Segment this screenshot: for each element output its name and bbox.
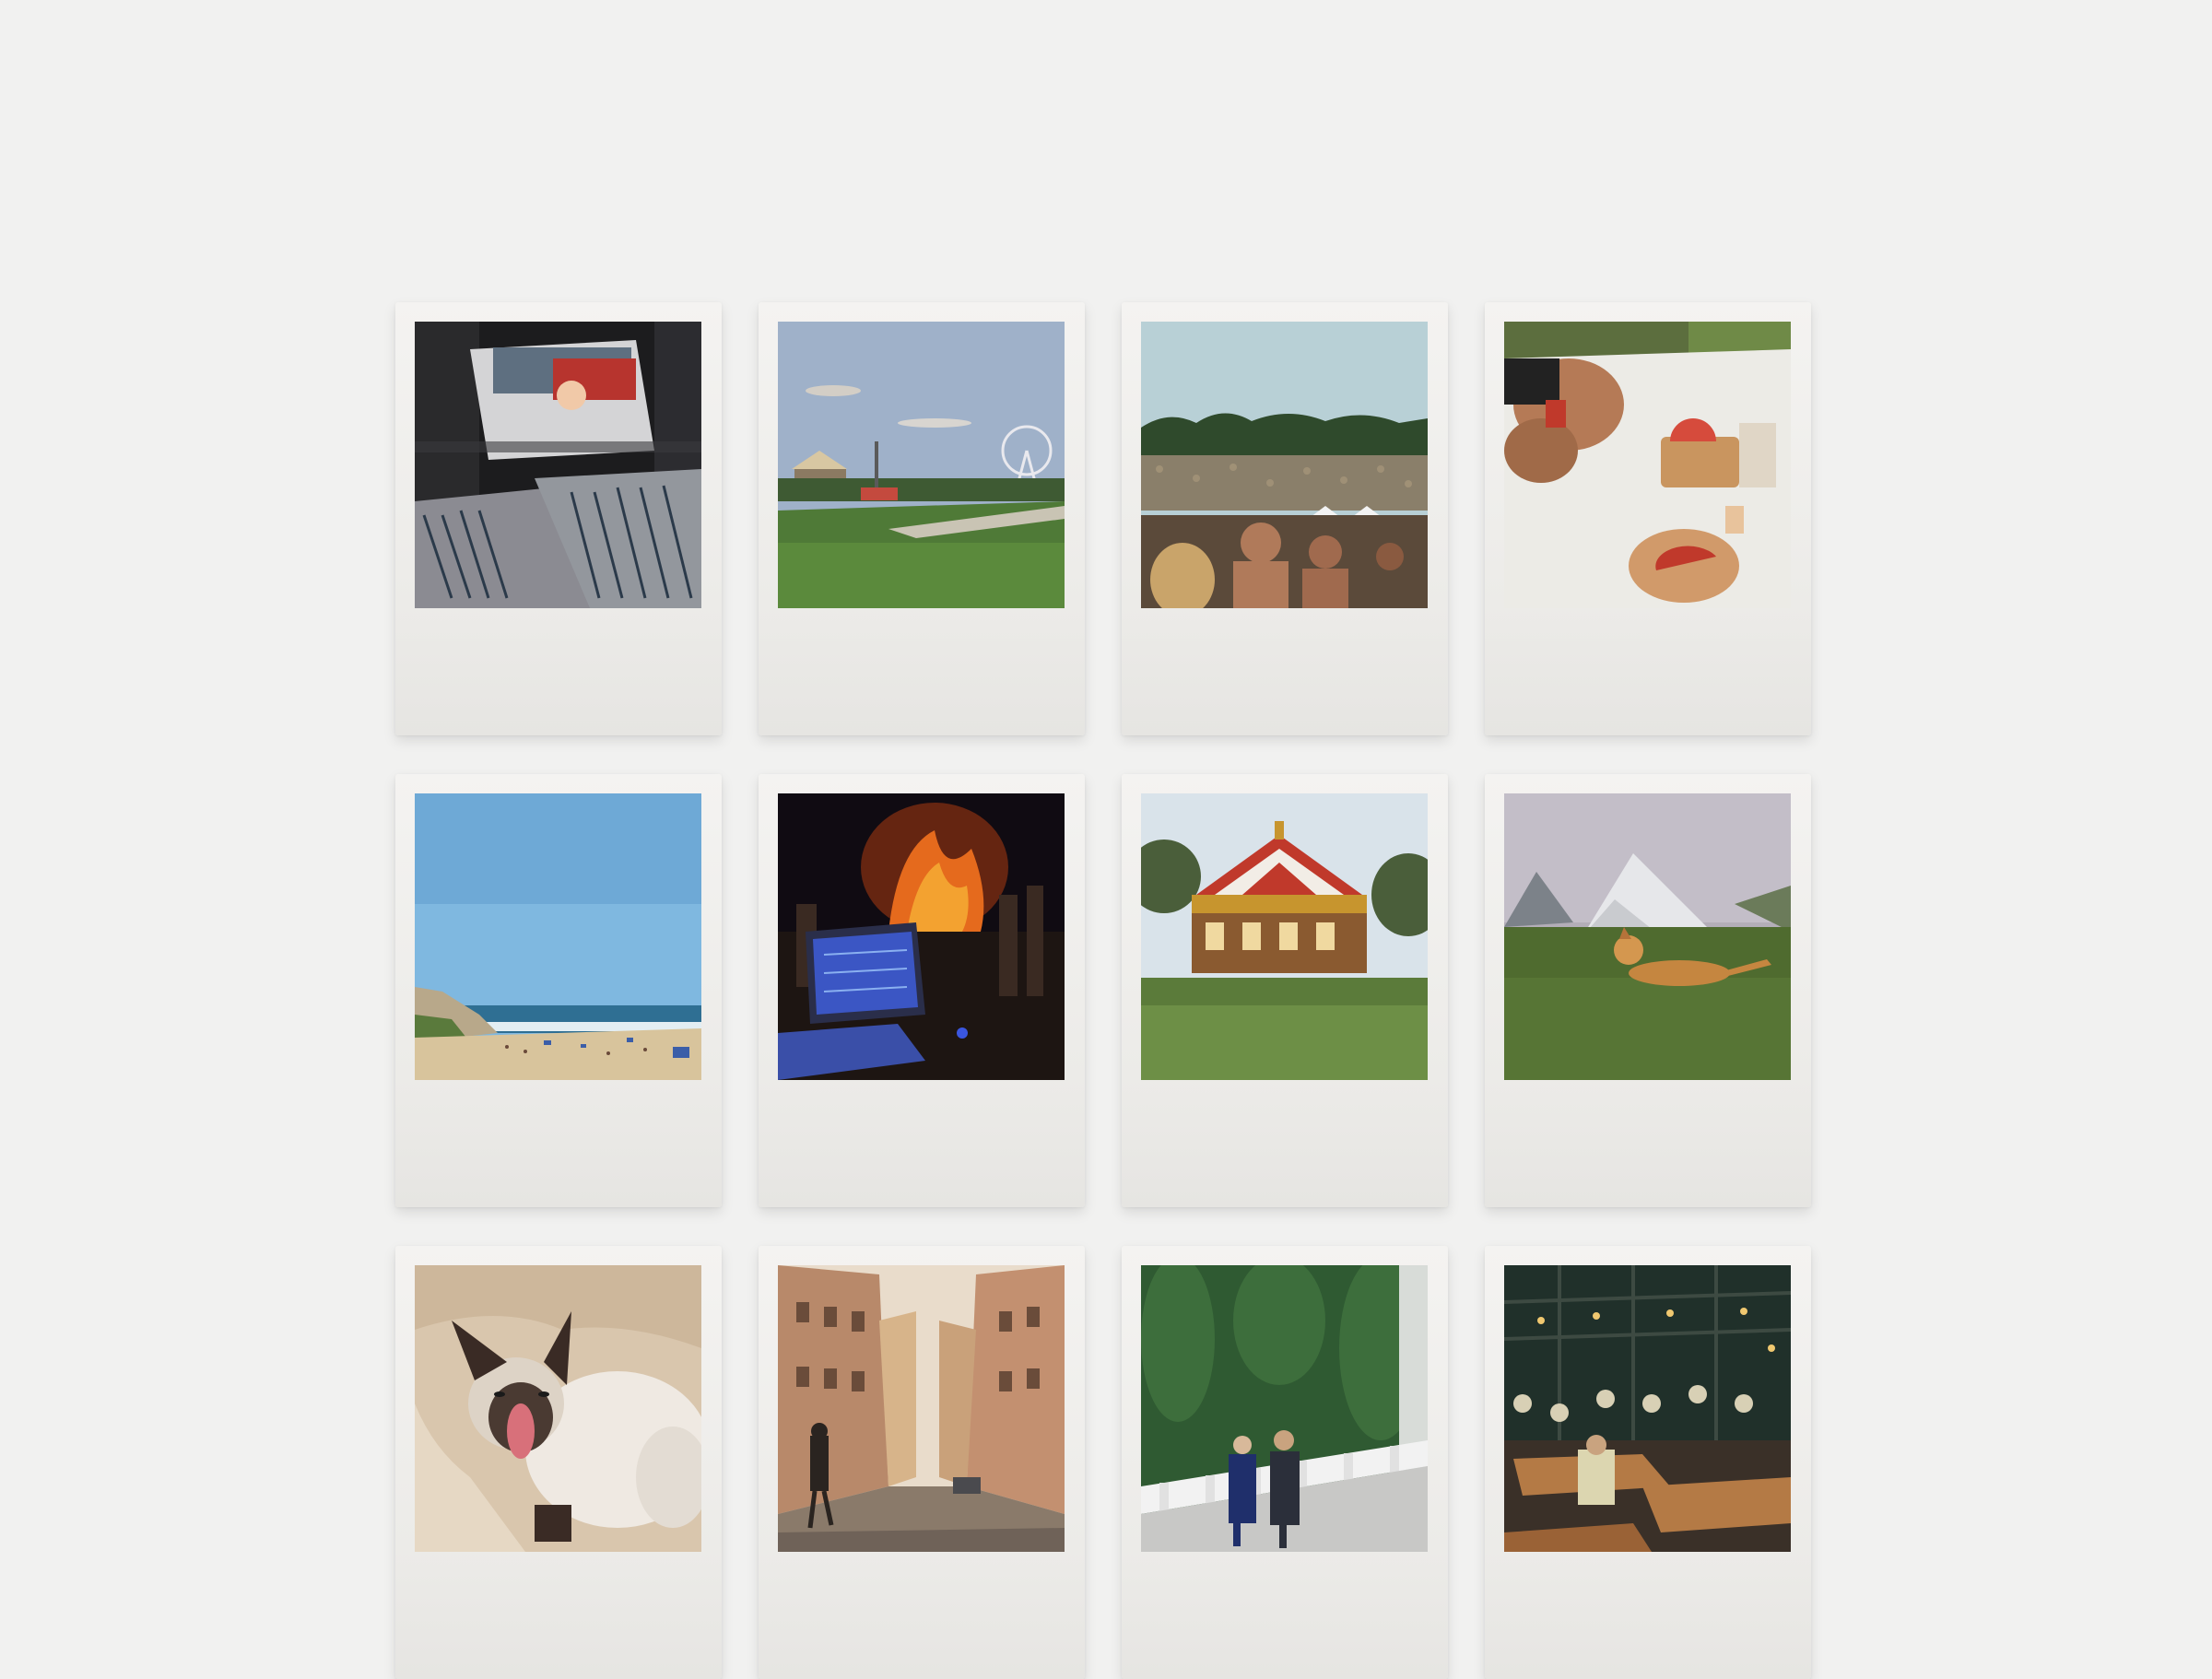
polaroid-gallery	[395, 302, 1811, 1679]
polaroid-card[interactable]	[1122, 774, 1448, 1207]
photo-dancing-couple[interactable]	[1141, 1265, 1428, 1552]
polaroid-card[interactable]	[395, 302, 722, 735]
photo-carousel[interactable]	[1141, 793, 1428, 1080]
polaroid-card[interactable]	[395, 1246, 722, 1679]
photo-watermelon-picnic[interactable]	[1504, 322, 1791, 608]
polaroid-card[interactable]	[1485, 302, 1811, 735]
photo-fairground-park[interactable]	[778, 322, 1065, 608]
photo-night-bonfire[interactable]	[778, 793, 1065, 1080]
photo-record-crates[interactable]	[415, 322, 701, 608]
polaroid-card[interactable]	[759, 1246, 1085, 1679]
photo-beer-garden[interactable]	[1504, 1265, 1791, 1552]
photo-festival-crowd[interactable]	[1141, 322, 1428, 608]
polaroid-card[interactable]	[759, 774, 1085, 1207]
photo-yawning-cat[interactable]	[415, 1265, 701, 1552]
photo-rome-street[interactable]	[778, 1265, 1065, 1552]
polaroid-card[interactable]	[1485, 774, 1811, 1207]
polaroid-card[interactable]	[1485, 1246, 1811, 1679]
polaroid-card[interactable]	[759, 302, 1085, 735]
photo-dog-tents[interactable]	[1504, 793, 1791, 1080]
polaroid-card[interactable]	[1122, 1246, 1448, 1679]
polaroid-card[interactable]	[1122, 302, 1448, 735]
photo-beach[interactable]	[415, 793, 701, 1080]
polaroid-card[interactable]	[395, 774, 722, 1207]
